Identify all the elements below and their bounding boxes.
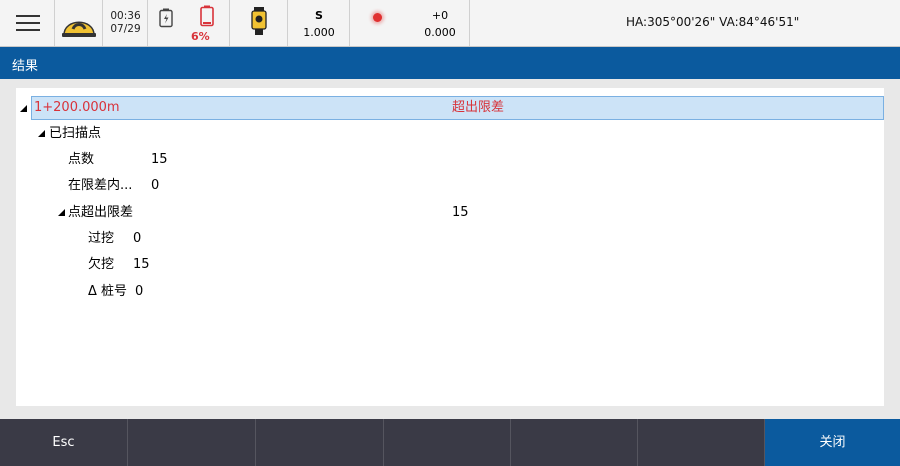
underbreak-value: 15: [133, 257, 150, 272]
softkey-4[interactable]: [384, 419, 511, 466]
angles-text: HA:305°00'26" VA:84°46'51": [626, 15, 800, 29]
title-bar: 结果: [0, 47, 900, 79]
overbreak-value: 0: [133, 231, 142, 246]
bottom-bar: Esc 关闭: [0, 419, 900, 466]
expand-toggle-icon[interactable]: [20, 105, 27, 112]
station-label: 1+200.000m: [34, 100, 120, 115]
tree-row-scanned-points[interactable]: 已扫描点: [49, 123, 101, 145]
within-tolerance-label: 在限差内...: [68, 178, 133, 193]
clock: 00:36 07/29: [103, 0, 148, 46]
results-tree: 1+200.000m 超出限差 已扫描点 点数 15 在限差内... 0 点超出…: [16, 88, 884, 406]
total-station-icon[interactable]: [230, 0, 288, 46]
underbreak-label: 欠挖: [88, 257, 115, 272]
out-of-tolerance-value: 15: [452, 205, 469, 220]
softkey-3[interactable]: [256, 419, 384, 466]
expand-toggle-icon[interactable]: [58, 209, 65, 216]
laser-offset: +0: [431, 9, 449, 22]
tree-row-station[interactable]: 1+200.000m 超出限差: [31, 96, 884, 120]
laser-value: 0.000: [424, 26, 456, 39]
page-title: 结果: [12, 59, 39, 74]
point-count-label: 点数: [68, 152, 95, 167]
tree-row-out-of-tolerance[interactable]: 点超出限差: [68, 202, 133, 224]
target-height: 1.000: [303, 26, 335, 39]
angle-readout[interactable]: HA:305°00'26" VA:84°46'51": [470, 0, 900, 46]
date-text: 07/29: [110, 23, 141, 35]
softkey-6[interactable]: [638, 419, 765, 466]
time-text: 00:36: [110, 10, 141, 22]
battery-low-icon: [159, 8, 173, 28]
helmet-icon[interactable]: [55, 0, 103, 46]
station-status: 超出限差: [452, 100, 505, 115]
laser-status[interactable]: +0 0.000: [350, 0, 470, 46]
overbreak-label: 过挖: [88, 231, 115, 246]
esc-button[interactable]: Esc: [0, 419, 128, 466]
instrument-battery-percent: 6%: [191, 30, 210, 43]
status-bar: 00:36 07/29 6% S 1.000 +0 0.000 HA:305°0…: [0, 0, 900, 47]
hamburger-menu-icon[interactable]: [0, 0, 55, 46]
battery-icon: [200, 5, 214, 27]
within-tolerance-value: 0: [151, 178, 160, 193]
softkey-2[interactable]: [128, 419, 256, 466]
expand-toggle-icon[interactable]: [38, 130, 45, 137]
softkey-5[interactable]: [511, 419, 638, 466]
point-count-value: 15: [151, 152, 168, 167]
target-status[interactable]: S 1.000: [288, 0, 350, 46]
delta-station-label: Δ 桩号: [88, 284, 128, 299]
laser-dot-icon: [373, 13, 382, 22]
delta-station-value: 0: [135, 284, 144, 299]
battery-status[interactable]: 6%: [148, 0, 230, 46]
target-label: S: [315, 9, 323, 22]
close-button[interactable]: 关闭: [765, 419, 900, 466]
